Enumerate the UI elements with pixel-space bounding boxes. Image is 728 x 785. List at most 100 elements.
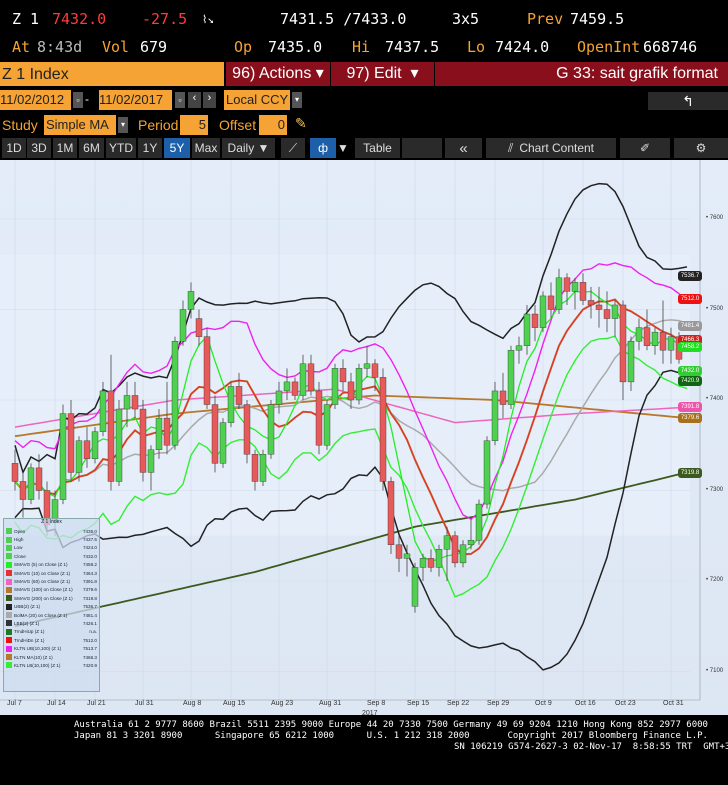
page-title: G 33: sait grafik format bbox=[435, 62, 728, 86]
footer-session: SN 106219 G574-2627-3 02-Nov-17 8:58:55 … bbox=[454, 742, 728, 752]
start-date-field[interactable]: 11/02/2012 bbox=[0, 90, 71, 110]
chart-content-button[interactable]: ⫽ Chart Content bbox=[486, 138, 616, 158]
candle-body bbox=[667, 336, 675, 351]
candle-body bbox=[627, 340, 635, 383]
candle-body bbox=[315, 390, 323, 446]
x-tick-label: Sep 29 bbox=[487, 700, 510, 707]
offset-label: Offset bbox=[219, 117, 257, 133]
open-label: Op bbox=[234, 38, 253, 56]
x-tick-label: Jul 31 bbox=[135, 700, 154, 707]
price-chart[interactable] bbox=[0, 160, 728, 715]
candle-body bbox=[331, 368, 339, 405]
last-value-tag: 7432.0 bbox=[678, 366, 702, 377]
legend-swatch bbox=[6, 620, 12, 627]
next-period-button[interactable]: › bbox=[203, 92, 216, 108]
back-button[interactable]: ↰ bbox=[648, 92, 728, 110]
legend-item: SMAVG (10) on Close (Z 1) 7464.3 bbox=[4, 569, 99, 577]
candle-body bbox=[435, 549, 443, 568]
study-select[interactable]: Simple MA bbox=[44, 115, 116, 135]
candlestick-icon[interactable]: ф bbox=[310, 138, 336, 158]
candle-body bbox=[123, 395, 131, 410]
candle-body bbox=[491, 390, 499, 441]
gear-icon[interactable]: ⚙ bbox=[674, 138, 728, 158]
legend-swatch bbox=[6, 536, 12, 543]
prev-value: 7459.5 bbox=[570, 10, 625, 28]
candle-body bbox=[579, 282, 587, 301]
offset-input[interactable]: 0 bbox=[259, 115, 287, 135]
x-tick-label: Sep 15 bbox=[407, 700, 430, 707]
legend-label: SMAVG (100) on Close (Z 1) bbox=[14, 587, 73, 593]
x-tick-label: Jul 7 bbox=[7, 700, 22, 707]
range-button-1d[interactable]: 1D bbox=[2, 138, 26, 158]
candle-body bbox=[443, 535, 451, 550]
legend-item: KLTN UB(10,100) (Z 1) 7513.7 bbox=[4, 644, 99, 652]
legend-value: 7435.0 bbox=[82, 528, 97, 534]
range-button-6m[interactable]: 6M bbox=[79, 138, 104, 158]
candle-body bbox=[539, 295, 547, 328]
chevron-down-icon[interactable]: ▾ bbox=[292, 92, 302, 108]
candle-body bbox=[459, 544, 467, 564]
legend-item: LBB(2) (Z 1) 7426.1 bbox=[4, 619, 99, 627]
frequency-select[interactable]: Daily ▼ bbox=[222, 138, 275, 158]
range-button-ytd[interactable]: YTD bbox=[106, 138, 136, 158]
range-button-3d[interactable]: 3D bbox=[27, 138, 51, 158]
currency-select[interactable]: Local CCY bbox=[224, 90, 290, 110]
chevron-down-icon[interactable]: ▼ bbox=[337, 138, 349, 158]
legend-label: Low bbox=[14, 545, 23, 551]
legend-value: 7424.0 bbox=[82, 545, 97, 551]
candle-body bbox=[67, 413, 75, 473]
end-date-field[interactable]: 11/02/2017 bbox=[99, 90, 172, 110]
edit-chart-icon[interactable]: ✐ bbox=[620, 138, 670, 158]
date-separator: - bbox=[85, 92, 89, 106]
legend-label: KLTN MA(10) (Z 1) bbox=[14, 654, 53, 660]
sparkline-icon: ⌇↘ bbox=[202, 12, 214, 26]
chart-canvas bbox=[0, 160, 701, 701]
legend-item: Low 7424.0 bbox=[4, 544, 99, 552]
open-interest-value: 668746 bbox=[643, 38, 698, 56]
legend-swatch bbox=[6, 553, 12, 560]
legend-label: SMAVG (10) on Close (Z 1) bbox=[14, 570, 71, 576]
range-button-5y[interactable]: 5Y bbox=[164, 138, 190, 158]
legend-value: 7432.0 bbox=[82, 553, 97, 559]
legend-value: 7391.8 bbox=[82, 579, 97, 585]
range-button-1m[interactable]: 1M bbox=[53, 138, 77, 158]
legend-label: SMAVG (60) on Close (Z 1) bbox=[14, 579, 71, 585]
candle-body bbox=[619, 304, 627, 383]
x-tick-label: Aug 8 bbox=[183, 700, 202, 707]
range-button-max[interactable]: Max bbox=[192, 138, 220, 158]
chart-legend: Z 1 Index Open 7435.0 High 7437.5 Low 7424.0 C… bbox=[3, 518, 100, 692]
legend-swatch bbox=[6, 586, 12, 593]
candle-body bbox=[339, 368, 347, 383]
candle-body bbox=[595, 304, 603, 310]
legend-label: SMAVG (200) on Close (Z 1) bbox=[14, 595, 73, 601]
pencil-icon[interactable]: ✎ bbox=[295, 115, 307, 132]
calendar-icon[interactable]: ▫ bbox=[175, 92, 185, 108]
line-chart-icon[interactable]: ⟋ bbox=[281, 138, 305, 158]
legend-swatch bbox=[6, 612, 12, 619]
actions-menu[interactable]: 96) Actions ▾ bbox=[226, 62, 330, 86]
table-button[interactable]: Table bbox=[355, 138, 400, 158]
prev-period-button[interactable]: ‹ bbox=[188, 92, 201, 108]
candle-body bbox=[83, 440, 91, 460]
bid-ask: 7431.5 /7433.0 bbox=[280, 10, 407, 28]
candle-body bbox=[547, 295, 555, 310]
period-input[interactable]: 5 bbox=[180, 115, 208, 135]
y-tick-label: • 7300 bbox=[706, 486, 724, 493]
y-tick-label: • 7100 bbox=[706, 667, 724, 674]
candle-body bbox=[515, 345, 523, 351]
collapse-button[interactable]: « bbox=[445, 138, 482, 158]
calendar-icon[interactable]: ▫ bbox=[73, 92, 83, 108]
security-field[interactable]: Z 1 Index bbox=[0, 62, 224, 86]
open-value: 7435.0 bbox=[268, 38, 323, 56]
legend-label: SMAVG (5) on Close (Z 1) bbox=[14, 562, 68, 568]
legend-item: Close 7432.0 bbox=[4, 552, 99, 560]
candle-body bbox=[411, 567, 419, 607]
legend-label: TrndHiUp (Z 1) bbox=[14, 629, 45, 635]
x-tick-label: Aug 23 bbox=[271, 700, 294, 707]
range-button-1y[interactable]: 1Y bbox=[138, 138, 162, 158]
candle-body bbox=[179, 309, 187, 342]
y-tick-label: • 7200 bbox=[706, 577, 724, 583]
candle-body bbox=[203, 336, 211, 405]
edit-menu[interactable]: 97) Edit ▾ bbox=[331, 62, 434, 86]
chevron-down-icon[interactable]: ▾ bbox=[118, 117, 128, 133]
